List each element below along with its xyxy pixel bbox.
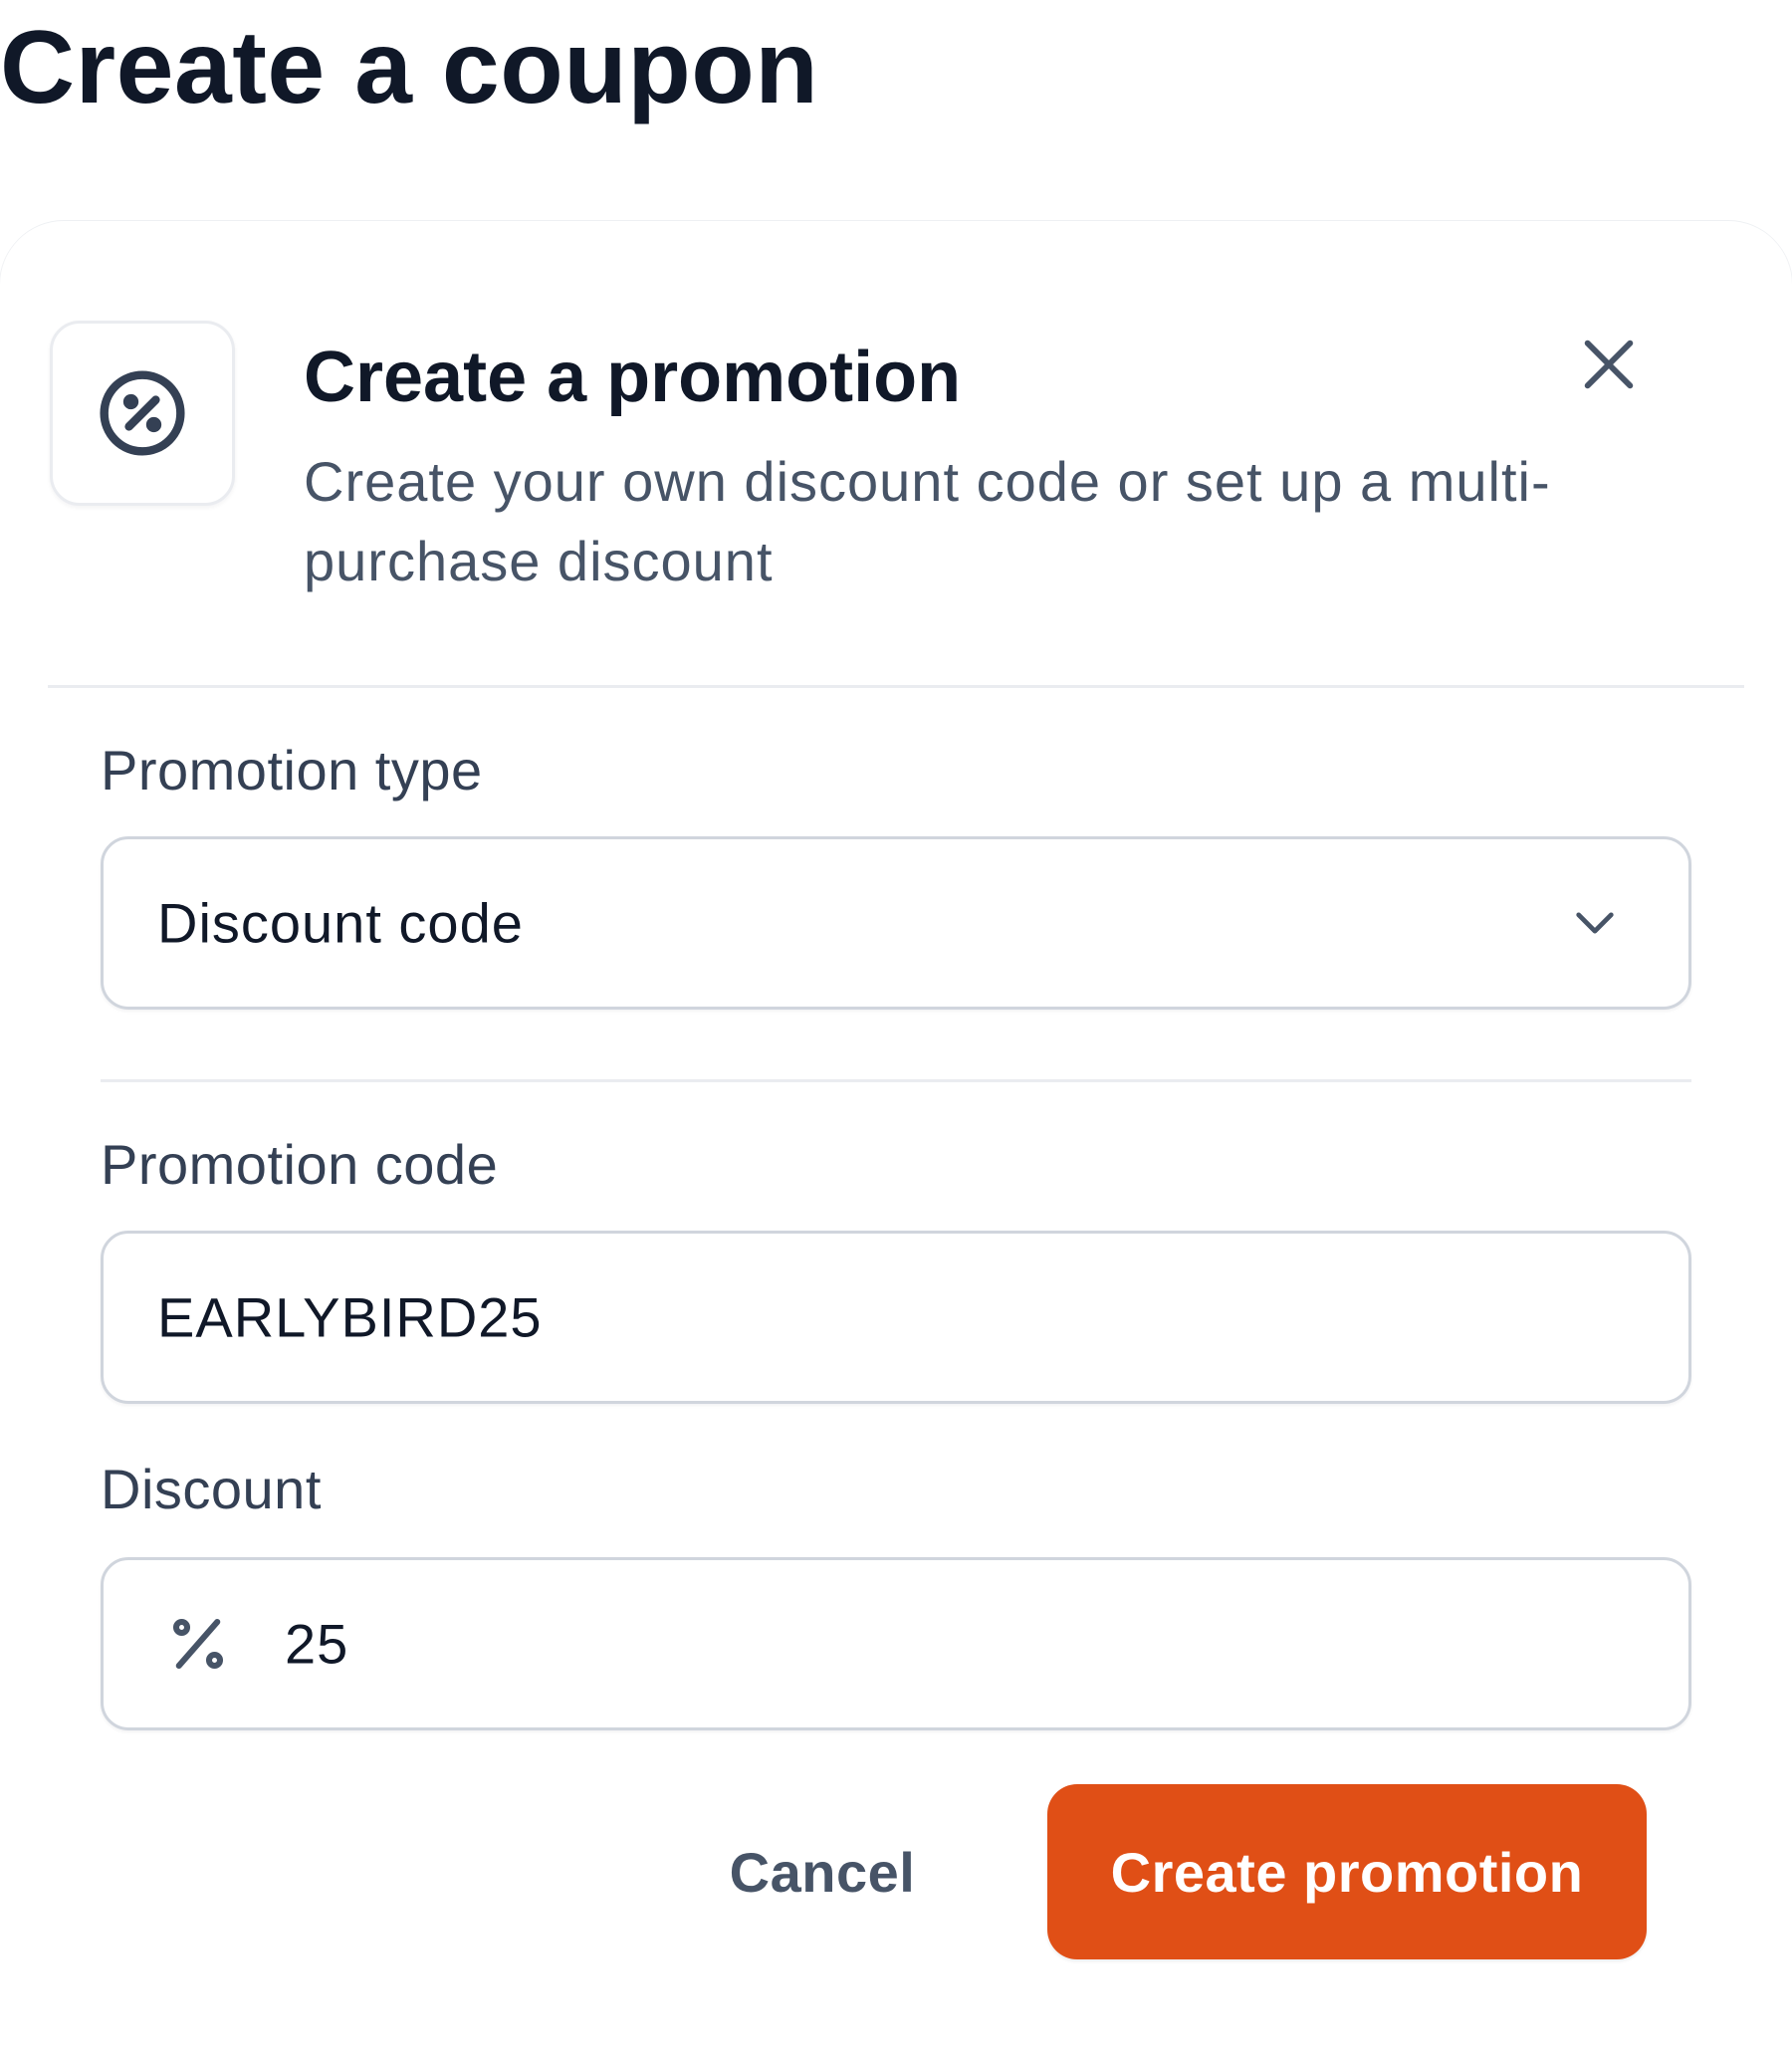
- header-divider: [48, 685, 1744, 688]
- modal-subtitle: Create your own discount code or set up …: [304, 450, 1551, 592]
- promotion-code-input[interactable]: EARLYBIRD25: [101, 1231, 1691, 1404]
- create-promotion-modal: Create a promotion Create your own disco…: [0, 221, 1792, 2055]
- discount-value: 25: [285, 1612, 349, 1676]
- close-button[interactable]: [1561, 317, 1657, 412]
- discount-label: Discount: [101, 1458, 322, 1520]
- discount-input[interactable]: 25: [101, 1557, 1691, 1730]
- create-promotion-button[interactable]: Create promotion: [1047, 1784, 1647, 1959]
- promotion-type-select[interactable]: Discount code: [101, 836, 1691, 1010]
- promotion-code-label: Promotion code: [101, 1133, 499, 1196]
- promotion-type-value: Discount code: [157, 891, 524, 955]
- promotion-type-label: Promotion type: [101, 739, 483, 801]
- modal-title: Create a promotion: [304, 338, 962, 417]
- percent-icon: [172, 1618, 224, 1670]
- page-title: Create a coupon: [0, 10, 819, 125]
- featured-icon-container: [50, 321, 235, 506]
- promotion-code-value: EARLYBIRD25: [157, 1285, 543, 1349]
- form-divider: [101, 1079, 1691, 1082]
- cancel-button[interactable]: Cancel: [693, 1784, 952, 1959]
- chevron-down-icon: [1576, 912, 1614, 934]
- close-icon: [1584, 340, 1634, 389]
- percent-badge-icon: [100, 370, 185, 456]
- page: Create a coupon Create a promotion Creat…: [0, 0, 1792, 2055]
